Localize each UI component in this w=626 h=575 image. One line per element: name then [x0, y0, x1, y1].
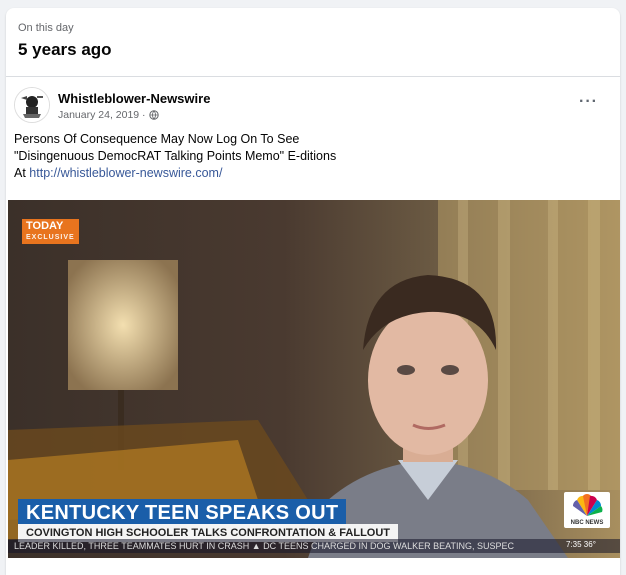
globe-icon [148, 110, 159, 120]
post-text-line-2: "Disingenuous DemocRAT Talking Points Me… [14, 149, 337, 163]
whistleblower-logo-icon [15, 88, 49, 122]
post-text: Persons Of Consequence May Now Log On To… [6, 127, 620, 193]
more-options-icon[interactable]: ··· [579, 94, 598, 110]
page-name[interactable]: Whistleblower-Newswire [58, 91, 210, 106]
news-ticker: LEADER KILLED, THREE TEAMMATES HURT IN C… [8, 539, 620, 553]
post-text-line-3: At http://whistleblower-newswire.com/ [14, 165, 612, 182]
video-thumbnail[interactable]: TODAY EXCLUSIVE KENTUCKY TEEN SPEAKS OUT… [8, 200, 620, 558]
post-meta: January 24, 2019 · [58, 109, 159, 121]
memory-card: On this day 5 years ago Whistleblower-Ne… [6, 8, 620, 575]
nbc-news-label: NBC NEWS [570, 520, 604, 526]
post-footer [6, 558, 620, 575]
today-label: TODAY [26, 220, 64, 232]
post-text-line-1: Persons Of Consequence May Now Log On To… [14, 132, 300, 146]
post-header: Whistleblower-Newswire January 24, 2019 … [6, 77, 620, 127]
memory-header: On this day 5 years ago [6, 8, 620, 77]
page-avatar[interactable] [14, 87, 50, 123]
today-exclusive-badge: TODAY EXCLUSIVE [22, 219, 79, 244]
nbc-peacock-icon [572, 494, 603, 516]
post-date[interactable]: January 24, 2019 · [58, 109, 146, 121]
post-link[interactable]: http://whistleblower-newswire.com/ [29, 166, 222, 180]
time-temperature: 7:35 36° [566, 540, 596, 549]
post-text-prefix: At [14, 166, 30, 180]
memory-years: 5 years ago [18, 40, 112, 59]
exclusive-label: EXCLUSIVE [26, 234, 75, 241]
nbc-logo: NBC NEWS [564, 492, 610, 528]
memory-eyebrow: On this day [18, 22, 74, 34]
